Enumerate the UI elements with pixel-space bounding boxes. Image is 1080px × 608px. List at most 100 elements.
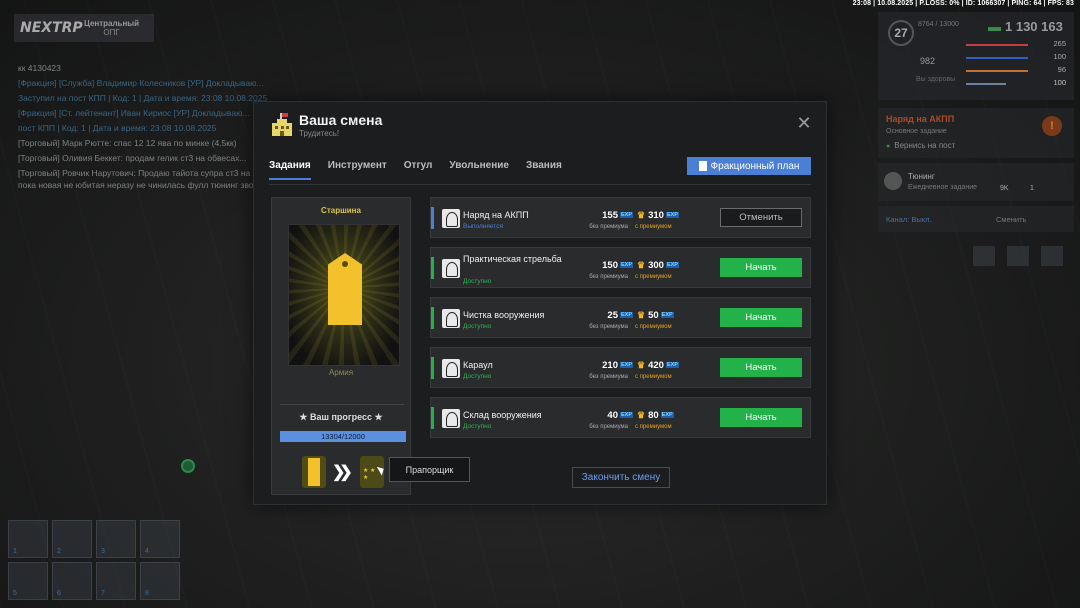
task-start-button[interactable]: Начать	[720, 358, 802, 377]
logo-line2: ОПГ	[103, 28, 120, 37]
shift-modal: Ваша смена Трудитесь! ✕ Задания Инструме…	[253, 101, 827, 505]
rank-divider	[280, 404, 404, 405]
chat-line: [Фракция] [Служба] Владимир Колесников […	[18, 78, 264, 88]
task-exp: 155 EXP	[583, 210, 633, 221]
hotbar-slot[interactable]: 7	[96, 562, 136, 600]
task-exp-value: 210	[602, 360, 618, 371]
chat-line: [Фракция] [Ст. лейтенант] Иван Кириос [У…	[18, 108, 250, 118]
no-premium-label: без премиума	[589, 424, 628, 430]
stat-hunger: 96	[966, 65, 1066, 77]
rank-card: Старшина Армия ★ Ваш прогресс ★ 13304/12…	[271, 197, 411, 495]
task-exp-value: 25	[607, 310, 618, 321]
task-exp-premium-value: 300	[648, 260, 664, 271]
double-chevron-icon: ❯❯	[332, 464, 353, 481]
warning-icon: !	[1042, 116, 1062, 136]
current-task-panel[interactable]: Наряд на АКПП Основное задание Вернись н…	[878, 108, 1074, 158]
next-rank-tooltip: Прапорщик	[389, 457, 470, 482]
task-start-button[interactable]: Начать	[720, 308, 802, 327]
rank-name: Старшина	[321, 206, 361, 215]
exp-tag: EXP	[619, 362, 633, 368]
daily-task-panel[interactable]: Тюнинг Ежедневное задание 9K 1	[878, 163, 1074, 201]
chat-line: [Торговый] Ровчик Нарутович: Продаю тайо…	[18, 168, 281, 190]
task-name: Практическая стрельба	[463, 254, 562, 264]
task-exp-premium-value: 80	[648, 410, 659, 421]
modal-title: Ваша смена	[299, 112, 383, 128]
hotbar-slot[interactable]: 8	[140, 562, 180, 600]
daily-reward-count: 1	[1030, 185, 1034, 192]
task-start-button[interactable]: Начать	[720, 408, 802, 427]
crown-icon: ♛	[637, 310, 646, 320]
no-premium-label: без премиума	[589, 274, 628, 280]
task-status: Доступно	[463, 373, 492, 380]
player-hud: 27 8764 / 13000 ▬ 1 130 163 982 Вы здоров…	[878, 12, 1074, 100]
modal-header: Ваша смена Трудитесь! ✕	[254, 102, 826, 150]
server-logo: NEXTRP Центральный ОПГ	[14, 14, 154, 42]
hotbar-slot[interactable]: 1	[8, 520, 48, 558]
no-premium-label: без премиума	[589, 224, 628, 230]
task-row: Склад вооружения Доступно 40 EXP ♛ 80 EXP без п…	[430, 397, 811, 438]
task-status-stripe	[431, 357, 434, 379]
stat-health: 265	[966, 39, 1066, 51]
cash-icon: ▬	[988, 19, 1001, 34]
hotbar-slot[interactable]: 5	[8, 562, 48, 600]
tab-ranks[interactable]: Звания	[526, 160, 562, 180]
tab-leave[interactable]: Отгул	[404, 160, 433, 180]
tab-tools[interactable]: Инструмент	[328, 160, 387, 180]
task-exp-premium: ♛ 310 EXP	[637, 210, 697, 221]
task-status: Доступно	[463, 278, 492, 285]
tab-dismissal[interactable]: Увольнение	[449, 160, 509, 180]
task-exp: 40 EXP	[583, 410, 633, 421]
task-exp-premium-value: 310	[648, 210, 664, 221]
with-premium-label: с премиумом	[635, 324, 672, 330]
task-list: Наряд на АКПП Выполняется 155 EXP ♛ 310 EXP без…	[430, 197, 811, 447]
task-exp-premium-value: 50	[648, 310, 659, 321]
task-cancel-button[interactable]: Отменить	[720, 208, 802, 227]
with-premium-label: с премиумом	[635, 374, 672, 380]
hotbar-slot[interactable]: 3	[96, 520, 136, 558]
tab-tasks[interactable]: Задания	[269, 160, 311, 180]
calendar-icon[interactable]	[973, 246, 995, 266]
task-start-button[interactable]: Начать	[720, 258, 802, 277]
crown-icon: ♛	[637, 210, 646, 220]
close-icon[interactable]: ✕	[796, 114, 812, 132]
side-icons	[973, 246, 1063, 266]
rank-progress-text: 13304/12000	[321, 432, 365, 441]
task-row: Чистка вооружения Доступно 25 EXP ♛ 50 EXP без …	[430, 297, 811, 338]
logo-line1: Центральный	[84, 19, 140, 28]
task-name: Склад вооружения	[463, 410, 542, 420]
task-status: Доступно	[463, 323, 492, 330]
exp-tag: EXP	[619, 262, 633, 268]
faction-plan-button[interactable]: Фракционный план	[687, 157, 811, 175]
exp-tag: EXP	[665, 362, 679, 368]
exp-tag: EXP	[660, 412, 674, 418]
bell-icon[interactable]	[1041, 246, 1063, 266]
donate-value: 982	[920, 56, 936, 66]
crown-icon: ♛	[637, 410, 646, 420]
hotbar-slot[interactable]: 4	[140, 520, 180, 558]
chat-line: кк 4130423	[18, 63, 61, 73]
faction-plan-label: Фракционный план	[710, 160, 800, 172]
task-exp-value: 155	[602, 210, 618, 221]
status-line: 23:08 | 10.08.2025 | P.LOSS: 0% | ID: 10…	[852, 0, 1074, 7]
hotbar-slot[interactable]: 2	[52, 520, 92, 558]
current-task-title: Наряд на АКПП	[886, 114, 955, 124]
radio-panel: Канал: Выкл. Сменить	[878, 206, 1074, 232]
task-name: Наряд на АКПП	[463, 210, 529, 220]
phone-icon[interactable]	[1007, 246, 1029, 266]
with-premium-label: с премиумом	[635, 424, 672, 430]
hotbar-slot[interactable]: 6	[52, 562, 92, 600]
money-display: ▬ 1 130 163	[988, 19, 1063, 34]
task-status-stripe	[431, 307, 434, 329]
finish-shift-button[interactable]: Закончить смену	[572, 467, 670, 488]
map-marker-icon	[181, 459, 195, 473]
radio-switch-label[interactable]: Сменить	[996, 215, 1026, 224]
task-row: Практическая стрельба Доступно 150 EXP ♛ 300 E…	[430, 247, 811, 288]
current-task-hint: Вернись на пост	[886, 141, 955, 150]
daily-task-title: Тюнинг	[908, 172, 935, 181]
task-name: Чистка вооружения	[463, 310, 545, 320]
task-status-stripe	[431, 207, 434, 229]
chat-line: [Торговый] Марк Рютте: спас 12 12 ява по…	[18, 138, 237, 148]
daily-reward-cash: 9K	[1000, 185, 1009, 192]
task-row: Наряд на АКПП Выполняется 155 EXP ♛ 310 EXP без…	[430, 197, 811, 238]
exp-tag: EXP	[665, 212, 679, 218]
